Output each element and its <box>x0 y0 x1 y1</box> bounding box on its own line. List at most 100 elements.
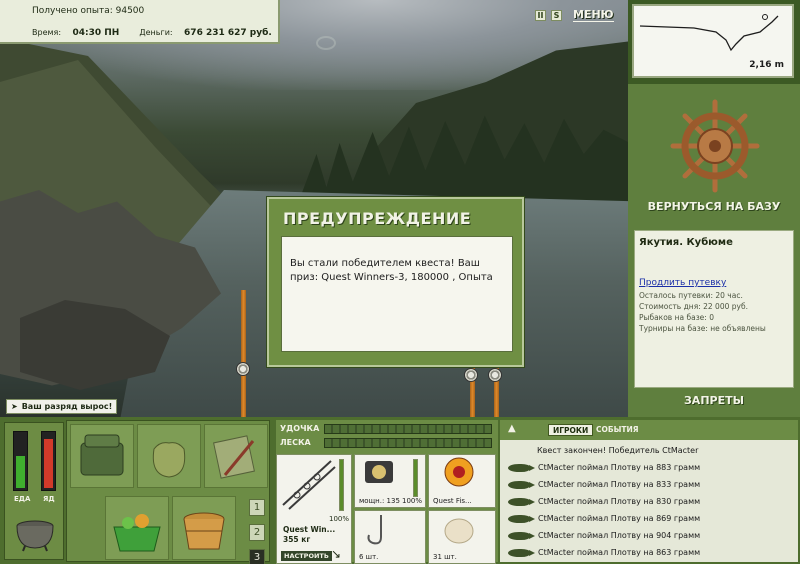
warning-dialog[interactable]: ПРЕДУПРЕЖДЕНИЕ Вы стали победителем квес… <box>267 197 524 367</box>
base-info-box: Якутия. Кубюме Продлить путевку Осталось… <box>634 230 794 388</box>
pass-remaining: Осталось путевки: 20 час. <box>639 291 743 300</box>
money-label: Деньги: <box>139 28 173 37</box>
event-text: CtMacter поймал Плотву на 863 грамм <box>538 548 701 557</box>
inventory-page-3[interactable]: 3 <box>249 549 265 564</box>
inventory-page-1[interactable]: 1 <box>249 499 265 516</box>
money-value: 676 231 627 руб. <box>184 28 272 38</box>
pause-icon[interactable]: II <box>535 9 546 21</box>
collapse-arrow-icon[interactable]: ▲ <box>508 423 516 434</box>
arrow-right-icon: ➤ <box>11 402 18 411</box>
ship-wheel-icon[interactable] <box>667 96 763 196</box>
line-label: ЛЕСКА <box>280 438 311 447</box>
event-text: CtMacter поймал Плотву на 904 грамм <box>538 531 701 540</box>
rod-name: Quest Win... <box>283 525 336 534</box>
return-to-base-button[interactable]: ВЕРНУТЬСЯ НА БАЗУ <box>636 200 792 213</box>
reel-durability-pct: 100% <box>401 497 422 505</box>
resize-arrow-icon[interactable]: ↘ <box>331 547 341 561</box>
reel-2-icon[interactable] <box>464 368 478 382</box>
event-text: CtMacter поймал Плотву на 830 грамм <box>538 497 701 506</box>
rod-durability-pct: 100% <box>328 515 349 523</box>
reel-3-icon[interactable] <box>488 368 502 382</box>
list-item: CtMacter поймал Плотву на 830 грамм <box>500 493 798 510</box>
list-item: CtMacter поймал Плотву на 883 грамм <box>500 459 798 476</box>
bait-slot[interactable]: 31 шт. <box>428 510 496 564</box>
extend-pass-link[interactable]: Продлить путевку <box>639 278 789 288</box>
line-spool-icon <box>444 457 474 487</box>
fish-icon <box>508 463 535 472</box>
events-list: Квест закончен! Победитель CtMacter CtMa… <box>500 442 798 561</box>
xp-line: Получено опыта: 94500 <box>32 6 278 16</box>
wooden-bucket-icon <box>183 512 225 550</box>
reel-icon <box>365 461 393 483</box>
tab-events[interactable]: СОБЫТИЯ <box>592 424 643 436</box>
tournaments-status: Турниры на базе: не объявлены <box>639 324 766 333</box>
rank-notice[interactable]: ➤ Ваш разряд вырос! <box>6 399 118 414</box>
line-name: Quest Fis... <box>433 497 472 505</box>
dialog-message: Вы стали победителем квеста! Ваш приз: Q… <box>281 236 513 352</box>
rod-label: УДОЧКА <box>280 424 320 433</box>
list-item: Квест закончен! Победитель CtMacter <box>500 442 798 459</box>
event-text: CtMacter поймал Плотву на 883 грамм <box>538 463 701 472</box>
tackle-bag-icon <box>80 434 124 476</box>
rod-slot[interactable]: 100% Quest Win... 355 кг НАСТРОИТЬ ↘ <box>276 454 352 564</box>
map-and-quill-icon <box>213 435 255 479</box>
location-title: Якутия. Кубюме <box>639 237 733 248</box>
list-item: CtMacter поймал Плотву на 904 грамм <box>500 527 798 544</box>
tackle-bag-slot[interactable] <box>70 424 134 488</box>
fish-icon <box>508 514 535 523</box>
player-info-panel: Получено опыта: 94500 Время: 04:30 ПН Де… <box>0 0 280 44</box>
cooking-pot-icon[interactable] <box>13 516 57 552</box>
logo-watermark-icon <box>316 36 336 50</box>
poison-level-fill <box>44 438 53 488</box>
top-controls: II S МЕНЮ <box>535 7 614 23</box>
reel-1-icon[interactable] <box>236 362 250 376</box>
food-label: ЕДА <box>14 495 31 503</box>
fish-icon <box>508 480 535 489</box>
bans-button[interactable]: ЗАПРЕТЫ <box>636 394 792 407</box>
rod-durability-bar <box>339 459 344 511</box>
reel-power: мощн.: 135 <box>359 497 400 505</box>
reel-slot[interactable]: мощн.: 135 100% <box>354 454 426 508</box>
xp-value: 94500 <box>115 6 145 16</box>
base-stats: Осталось путевки: 20 час. Стоимость дня:… <box>639 290 789 334</box>
poison-meter <box>41 431 56 491</box>
fish-icon <box>508 548 535 557</box>
anglers-count: Рыбаков на базе: 0 <box>639 313 714 322</box>
food-basket-slot[interactable] <box>105 496 169 560</box>
day-cost: Стоимость дня: 22 000 руб. <box>639 302 748 311</box>
food-level-fill <box>16 456 25 488</box>
inventory-page-2[interactable]: 2 <box>249 524 265 541</box>
rank-notice-text: Ваш разряд вырос! <box>21 402 113 411</box>
setup-button[interactable]: НАСТРОИТЬ <box>281 551 332 561</box>
time-label: Время: <box>32 28 62 37</box>
sack-slot[interactable] <box>137 424 201 488</box>
bait-dough-icon <box>444 518 474 544</box>
reel-durability-bar <box>413 459 418 497</box>
base-panel: ВЕРНУТЬСЯ НА БАЗУ Якутия. Кубюме Продлит… <box>628 84 800 417</box>
line-slot[interactable]: Quest Fis... <box>428 454 496 508</box>
inventory-panel: 1 2 3 <box>66 420 270 564</box>
rod-icon <box>282 460 336 510</box>
food-meter <box>13 431 28 491</box>
line-tension-bar <box>324 438 492 448</box>
float-marker-icon <box>762 14 768 20</box>
gear-panel: УДОЧКА ЛЕСКА 100% Quest Win... 355 кг НА… <box>276 420 498 564</box>
events-header: ▲ ИГРОКИ СОБЫТИЯ <box>500 420 798 440</box>
depth-sounder: 2,16 m <box>632 4 794 78</box>
bottom-profile-line <box>639 15 779 52</box>
list-item: CtMacter поймал Плотву на 863 грамм <box>500 544 798 561</box>
fish-icon <box>508 497 535 506</box>
xp-label: Получено опыта: <box>32 6 113 16</box>
map-slot[interactable] <box>204 424 268 488</box>
hook-slot[interactable]: 6 шт. <box>354 510 426 564</box>
sack-icon <box>152 442 186 478</box>
bucket-slot[interactable] <box>172 496 236 560</box>
sound-icon[interactable]: S <box>551 9 562 21</box>
time-value: 04:30 ПН <box>72 28 120 38</box>
bait-count: 31 шт. <box>433 553 457 561</box>
fishing-rod-1[interactable] <box>241 290 246 417</box>
vegetable-basket-icon <box>113 514 161 552</box>
list-item: CtMacter поймал Плотву на 833 грамм <box>500 476 798 493</box>
menu-button[interactable]: МЕНЮ <box>573 8 614 22</box>
tab-players[interactable]: ИГРОКИ <box>548 424 594 436</box>
